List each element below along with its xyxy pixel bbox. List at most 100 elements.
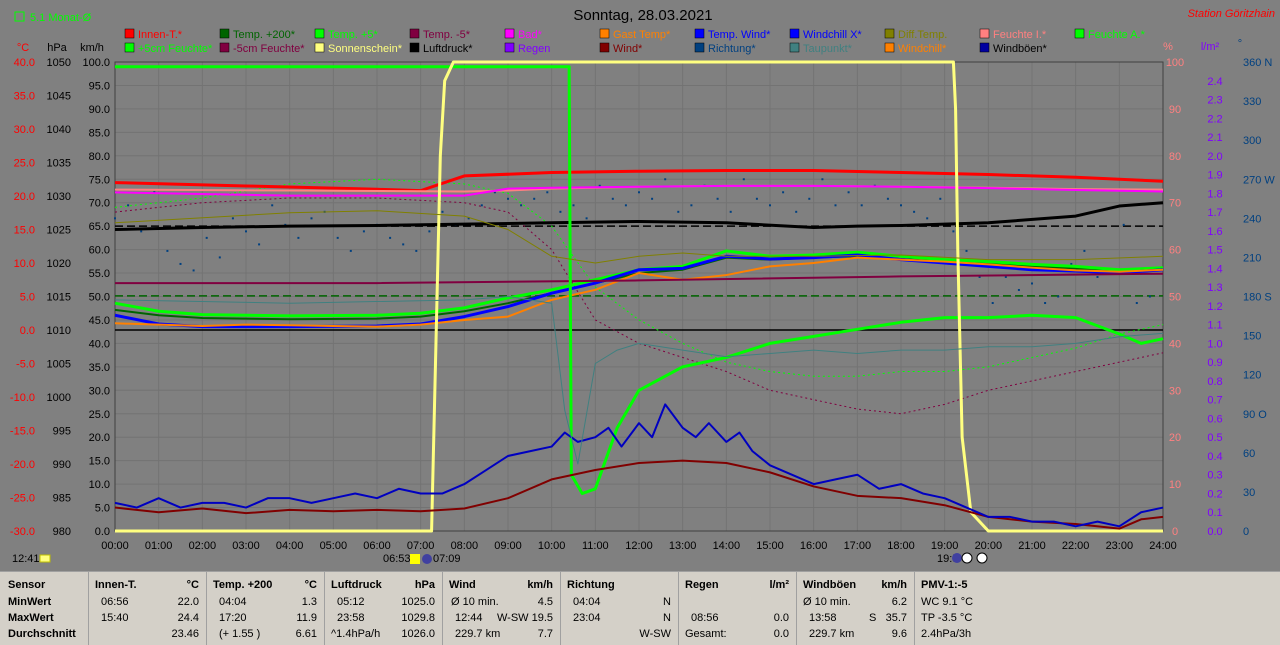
x-tick-label: 05:00: [320, 540, 348, 552]
legend-item: Sonnenschein*: [314, 42, 403, 55]
direction-point: [808, 197, 811, 200]
x-tick-label: 21:00: [1018, 540, 1046, 552]
legend-swatch: [884, 42, 895, 53]
hpa-tick-label: 1045: [47, 91, 71, 103]
legend-label: Temp. +5*: [328, 29, 379, 41]
legend-swatch: [504, 28, 515, 39]
stats-richtung-max-val: N: [663, 612, 671, 624]
direction-tick-label: 330: [1243, 96, 1261, 108]
x-tick-label: 09:00: [494, 540, 522, 552]
legend-swatch: [694, 42, 705, 53]
unit-temp: °C: [17, 42, 29, 54]
kmh-tick-label: 20.0: [89, 432, 110, 444]
x-tick-label: 07:00: [407, 540, 435, 552]
direction-point: [690, 204, 693, 207]
rain-tick-label: 1.8: [1207, 188, 1222, 200]
x-tick-label: 17:00: [844, 540, 872, 552]
stats-richtung-min-val: N: [663, 596, 671, 608]
legend-label: Windböen*: [993, 43, 1048, 55]
direction-tick-label: 60: [1243, 448, 1255, 460]
direction-point: [310, 217, 313, 220]
temp-tick-label: -15.0: [10, 426, 35, 438]
legend-swatch: [694, 28, 705, 39]
rain-tick-label: 0.4: [1207, 451, 1222, 463]
kmh-tick-label: 40.0: [89, 338, 110, 350]
humidity-tick-label: 50: [1169, 292, 1181, 304]
x-tick-label: 20:00: [975, 540, 1003, 552]
temp-tick-label: 15.0: [14, 225, 35, 237]
unit-degree: °: [1238, 38, 1242, 50]
hpa-tick-label: 1010: [47, 325, 71, 337]
hpa-tick-label: 1000: [47, 392, 71, 404]
unit-rain: l/m²: [1201, 41, 1220, 53]
moon-phase-icon-2: [976, 552, 988, 564]
stats-col-richtung: Richtung 04:04 N 23:04 N W-SW: [560, 572, 679, 645]
direction-point: [1148, 295, 1151, 298]
stats-regen-title: Regen: [685, 579, 719, 591]
direction-point: [546, 191, 549, 194]
x-tick-label: 23:00: [1106, 540, 1134, 552]
stats-boeen-max-dir: S: [869, 612, 877, 624]
stats-col-boeen: Windböen km/h Ø 10 min. 6.2 13:58 S 35.7…: [796, 572, 915, 645]
humidity-tick-label: 10: [1169, 479, 1181, 491]
stats-col-innen: Innen-T. °C 06:56 22.0 15:40 24.4 23.46: [88, 572, 207, 645]
direction-tick-label: 30: [1243, 487, 1255, 499]
temp-tick-label: 5.0: [20, 292, 35, 304]
direction-point: [231, 217, 234, 220]
humidity-tick-label: 40: [1169, 338, 1181, 350]
legend-swatch: [1074, 28, 1085, 39]
hpa-tick-label: 1040: [47, 124, 71, 136]
direction-point: [965, 249, 968, 252]
direction-point: [677, 210, 680, 213]
legend-swatch: [789, 42, 800, 53]
legend-item: -5cm Feuchte*: [219, 42, 305, 55]
rain-tick-label: 1.2: [1207, 301, 1222, 313]
sun-icon-small: [39, 554, 51, 563]
stats-richtung-title: Richtung: [567, 579, 615, 591]
x-tick-label: 00:00: [101, 540, 129, 552]
sunrise-icon: [410, 554, 420, 564]
kmh-tick-label: 10.0: [89, 479, 110, 491]
kmh-tick-label: 60.0: [89, 245, 110, 257]
direction-point: [362, 230, 365, 233]
temp-tick-label: 35.0: [14, 91, 35, 103]
stats-temp200-avg-val: 6.61: [295, 628, 317, 640]
monat-label: 5.1 Monat-Ø: [30, 12, 92, 24]
stats-col-wind: Wind km/h Ø 10 min. 4.5 12:44 W-SW 19.5 …: [442, 572, 561, 645]
stats-luftdruck-avg-val: 1026.0: [401, 628, 435, 640]
kmh-tick-label: 45.0: [89, 315, 110, 327]
direction-point: [1135, 302, 1138, 305]
legend-label: Sonnenschein*: [328, 43, 403, 55]
chart-grid: [114, 61, 1164, 532]
stats-luftdruck-max-time: 23:58: [337, 612, 365, 624]
stats-temp200-max-val: 11.9: [296, 612, 317, 624]
legend-swatch: [409, 42, 420, 53]
humidity-tick-label: 20: [1169, 432, 1181, 444]
direction-point: [886, 197, 889, 200]
legend-swatch: [884, 28, 895, 39]
temp-tick-label: 25.0: [14, 158, 35, 170]
hpa-tick-label: 990: [53, 459, 71, 471]
legend-swatch: [599, 28, 610, 39]
legend-swatch: [219, 42, 230, 53]
direction-point: [1096, 275, 1099, 278]
stats-pmv-tp: TP -3.5 °C: [921, 612, 973, 624]
temp-tick-label: -25.0: [10, 493, 35, 505]
stats-richtung-avg-val: W-SW: [639, 628, 671, 640]
temp-tick-label: 40.0: [14, 57, 35, 69]
rain-tick-label: 2.4: [1207, 76, 1222, 88]
kmh-tick-label: 70.0: [89, 198, 110, 210]
hpa-tick-label: 980: [53, 526, 71, 538]
legend-label: Diff.Temp.: [898, 29, 947, 41]
rain-tick-label: 0.0: [1207, 526, 1222, 538]
stats-luftdruck-max-val: 1029.8: [401, 612, 435, 624]
stats-boeen-distance: 229.7 km: [809, 628, 855, 640]
kmh-tick-label: 55.0: [89, 268, 110, 280]
direction-point: [415, 249, 418, 252]
temp-tick-label: -10.0: [10, 392, 35, 404]
sunrise-pre-label: 06:53: [383, 553, 411, 565]
direction-point: [611, 197, 614, 200]
rain-tick-label: 2.1: [1207, 132, 1222, 144]
direction-point: [860, 204, 863, 207]
sunrise-moon-icon: [422, 554, 432, 564]
